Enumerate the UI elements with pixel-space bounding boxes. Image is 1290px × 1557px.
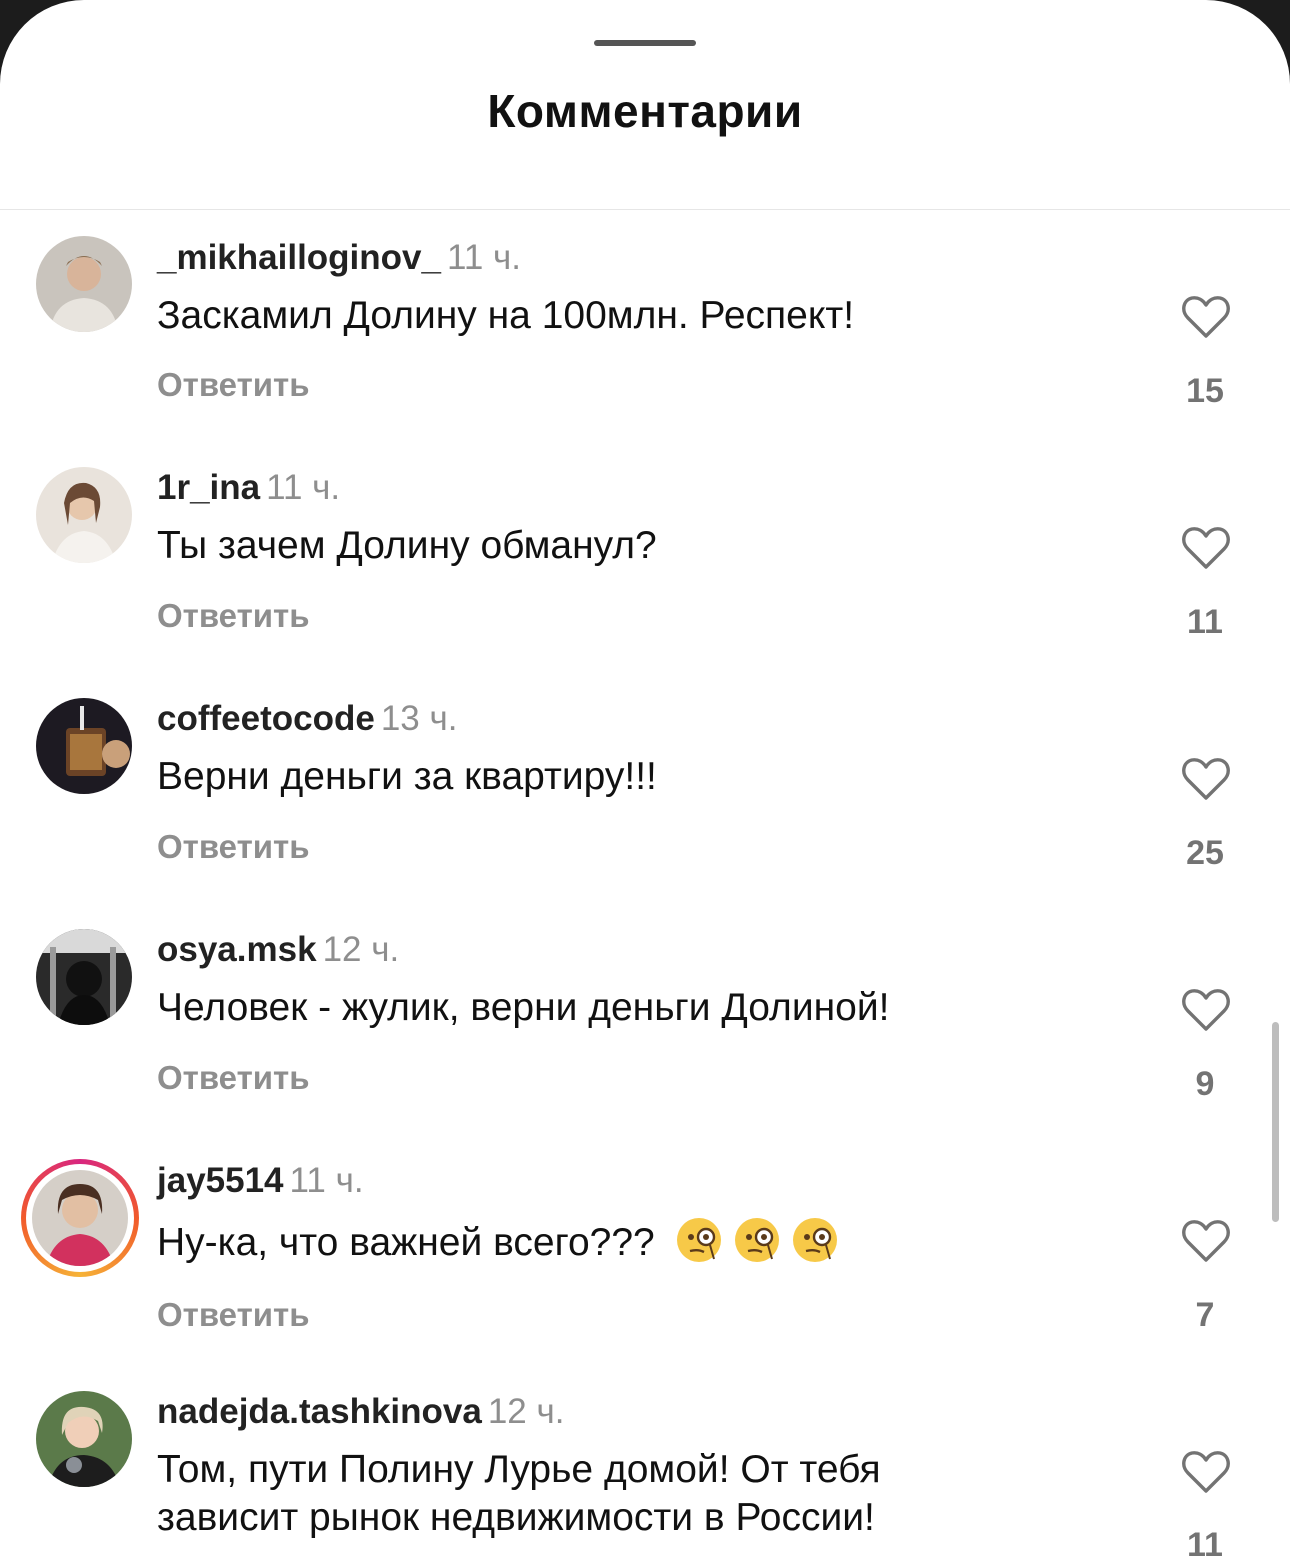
comment-text-line-2: зависит рынок недвижимости в России!: [157, 1496, 875, 1539]
comments-list: _mikhailloginov_ 11 ч. Заскамил Долину на…: [0, 0, 1290, 1557]
comment-text-line-1: Том, пути Полину Лурье домой! От тебя: [157, 1448, 881, 1491]
comment-time: 11 ч.: [266, 468, 341, 507]
comments-sheet: Комментарии _mikhailloginov_ 11 ч. Заскам…: [0, 0, 1290, 1557]
heart-icon[interactable]: [1181, 1218, 1231, 1264]
heart-icon[interactable]: [1181, 987, 1231, 1033]
comment-item: nadejda.tashkinova 12 ч. Том, пути Полину…: [0, 0, 1290, 1557]
comment-text: Ты зачем Долину обманул?: [157, 524, 657, 567]
comment-username[interactable]: coffeetocode: [157, 699, 375, 738]
like-count: 11: [1187, 603, 1223, 641]
avatar[interactable]: [36, 1391, 132, 1487]
comment-time: 12 ч.: [322, 930, 400, 969]
heart-icon[interactable]: [1181, 294, 1231, 340]
comment-text: Верни деньги за квартиру!!!: [157, 755, 657, 798]
comment-username[interactable]: osya.msk: [157, 930, 317, 969]
avatar[interactable]: [36, 236, 132, 332]
comment-username[interactable]: nadejda.tashkinova: [157, 1392, 482, 1431]
comment-meta: nadejda.tashkinova 12 ч.: [157, 1392, 564, 1432]
comment-text: Ну-ка, что важней всего???: [157, 1215, 840, 1267]
avatar[interactable]: [32, 1170, 128, 1266]
comment-meta: 1r_ina 11 ч.: [157, 468, 340, 508]
face-with-monocle-icon: [676, 1218, 721, 1262]
avatar[interactable]: [36, 929, 132, 1025]
face-with-monocle-icon: [792, 1218, 837, 1262]
like-count: 7: [1195, 1296, 1215, 1334]
reply-button[interactable]: Ответить: [157, 1296, 310, 1334]
like-count: 15: [1186, 372, 1224, 410]
comment-time: 11 ч.: [289, 1161, 364, 1200]
comment-time: 12 ч.: [487, 1392, 565, 1431]
comment-text: Заскамил Долину на 100млн. Респект!: [157, 294, 855, 337]
comment-meta: coffeetocode 13 ч.: [157, 699, 457, 739]
comment-time: 11 ч.: [446, 238, 521, 277]
reply-button[interactable]: Ответить: [157, 1059, 310, 1097]
comment-username[interactable]: 1r_ina: [157, 468, 260, 507]
comment-text-body: Ну-ка, что важней всего???: [157, 1221, 655, 1264]
scrollbar[interactable]: [1272, 1022, 1279, 1222]
comment-time: 13 ч.: [380, 699, 458, 738]
comment-text: Человек - жулик, верни деньги Долиной!: [157, 986, 890, 1029]
reply-button[interactable]: Ответить: [157, 828, 310, 866]
comment-meta: _mikhailloginov_ 11 ч.: [157, 238, 521, 278]
avatar[interactable]: [36, 467, 132, 563]
reply-button[interactable]: Ответить: [157, 366, 310, 404]
reply-button[interactable]: Ответить: [157, 597, 310, 635]
heart-icon[interactable]: [1181, 525, 1231, 571]
story-ring[interactable]: [21, 1159, 139, 1277]
comment-meta: osya.msk 12 ч.: [157, 930, 399, 970]
like-count: 9: [1195, 1065, 1215, 1103]
face-with-monocle-icon: [734, 1218, 779, 1262]
comment-meta: jay5514 11 ч.: [157, 1161, 364, 1201]
like-count: 25: [1186, 834, 1224, 872]
avatar[interactable]: [36, 698, 132, 794]
heart-icon[interactable]: [1181, 1449, 1231, 1495]
like-count: 11: [1187, 1526, 1223, 1557]
comment-username[interactable]: _mikhailloginov_: [157, 238, 441, 277]
heart-icon[interactable]: [1181, 756, 1231, 802]
comment-username[interactable]: jay5514: [157, 1161, 284, 1200]
